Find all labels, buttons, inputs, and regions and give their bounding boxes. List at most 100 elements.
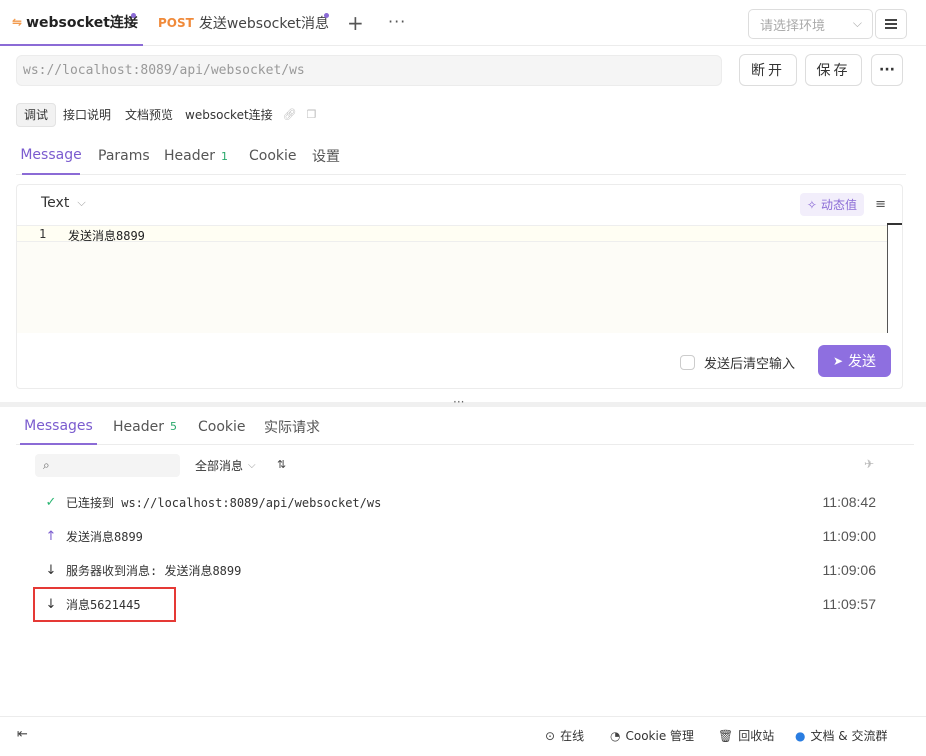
method-badge: POST [158,16,194,30]
send-icon: ➤ [832,354,844,368]
tab-header[interactable]: Header 1 [164,137,228,175]
dynamic-value-label: 动态值 [820,198,857,212]
tab-settings[interactable]: 设置 [312,137,340,175]
check-circle-icon: ⊙ [545,728,556,743]
message-filter-select[interactable]: 全部消息 ⌵ [195,457,256,474]
chevron-down-icon: ⌵ [248,460,256,471]
code-content: 发送消息8899 [68,229,145,243]
message-row[interactable]: ✓ 已连接到 ws://localhost:8089/api/websocket… [44,492,876,512]
url-value: ws://localhost:8089/api/websocket/ws [23,63,305,78]
tab-label: 设置 [312,149,340,165]
tab-label: websocket连接 [26,15,138,31]
word-wrap-icon[interactable]: ≡ [875,197,886,212]
tab-doc-preview[interactable]: 文档预览 [118,103,180,127]
tab-api-description[interactable]: 接口说明 [56,103,118,127]
dynamic-value-button[interactable]: ✧ 动态值 [799,193,864,216]
clear-messages-icon[interactable]: ✈ [864,457,874,471]
response-tabs: Messages Header 5 Cookie 实际请求 [16,408,914,445]
environment-select[interactable]: 请选择环境 ⌵ [748,9,873,39]
clear-after-send-checkbox[interactable] [680,355,695,370]
tab-cookie[interactable]: Cookie [249,137,297,175]
online-status[interactable]: ⊙ 在线 [545,727,584,744]
search-icon: ⌕ [43,458,50,472]
tab-messages[interactable]: Messages [20,408,97,445]
tab-response-header[interactable]: Header 5 [113,408,177,445]
community-icon: ● [795,728,806,743]
arrow-up-icon: ↑ [45,528,57,544]
url-input[interactable]: ws://localhost:8089/api/websocket/ws [16,55,722,86]
tab-label: 发送websocket消息 [198,16,330,32]
send-button[interactable]: ➤ 发送 [818,345,891,377]
send-label: 发送 [848,354,877,370]
clear-after-send-option[interactable]: 发送后清空输入 [680,353,795,372]
docs-community-button[interactable]: ● 文档 & 交流群 [795,727,887,744]
environment-placeholder: 请选择环境 [760,18,826,34]
editor-scrollbar[interactable] [887,225,902,333]
check-circle-icon: ✓ [45,494,57,510]
websocket-icon: ⇋ [12,15,23,29]
code-line: 1 发送消息8899 [17,225,887,243]
tab-label: Header [164,148,215,164]
view-mode-tabs: 调试 接口说明 文档预览 websocket连接 🔗︎ ❐ [16,102,317,127]
save-button[interactable]: 保存 [805,54,862,86]
cookie-icon: ◔ [610,728,621,743]
hamburger-icon [885,19,897,29]
header-count-badge: 5 [169,420,177,433]
message-time: 11:08:42 [822,494,876,510]
recycle-bin-label: 回收站 [738,729,775,743]
cookie-manager-button[interactable]: ◔ Cookie 管理 [610,727,694,744]
request-tabs: Message Params Header 1 Cookie 设置 [16,137,906,175]
plus-icon[interactable]: + [347,11,364,35]
code-editor[interactable]: 1 发送消息8899 [17,225,887,333]
docs-community-label: 文档 & 交流群 [810,729,888,743]
message-text: 消息5621445 [66,597,141,612]
message-row[interactable]: ↓ 服务器收到消息: 发送消息8899 11:09:06 [44,560,876,580]
unsaved-dot-icon [131,13,136,18]
tab-params[interactable]: Params [98,137,150,175]
message-time: 11:09:57 [822,596,876,612]
tab-label: Message [20,147,82,163]
message-editor-panel: Text ⌵ ✧ 动态值 ≡ 1 发送消息8899 发送后清空输入 ➤ 发送 [16,184,903,389]
online-label: 在线 [560,729,585,743]
format-select[interactable]: Text ⌵ [41,195,86,211]
tab-bar: ⇋ websocket连接 POST 发送websocket消息 + ··· 请… [0,0,926,46]
cookie-manager-label: Cookie 管理 [625,729,695,743]
unsaved-dot-icon [324,13,329,18]
collapse-sidebar-icon[interactable]: ⇤ [17,727,28,742]
tab-message[interactable]: Message [20,137,82,175]
highlight-box [33,587,176,622]
tab-label: 实际请求 [264,419,320,436]
chevron-down-icon: ⌵ [77,196,86,209]
message-row[interactable]: ↑ 发送消息8899 11:09:00 [44,526,876,546]
disconnect-button[interactable]: 断开 [739,54,797,86]
status-bar: ⇤ ⊙ 在线 ◔ Cookie 管理 🗑︎ 回收站 ● 文档 & 交流群 [0,716,926,756]
tab-label: Messages [24,417,93,434]
link-icon[interactable]: 🔗︎ [283,108,297,121]
line-number: 1 [39,227,47,241]
message-text: 已连接到 ws://localhost:8089/api/websocket/w… [66,495,382,510]
drag-handle-icon[interactable]: ··· [453,395,464,409]
api-title: websocket连接 [185,108,273,122]
tab-actual-request[interactable]: 实际请求 [264,408,320,445]
tab-send-websocket-message[interactable]: POST 发送websocket消息 [158,0,329,46]
message-search-input[interactable]: ⌕ [35,454,180,477]
tab-websocket-connection[interactable]: ⇋ websocket连接 [0,0,143,46]
more-icon[interactable]: ··· [388,12,406,31]
tab-response-cookie[interactable]: Cookie [198,408,246,445]
sort-icon[interactable]: ⇅ [277,458,286,471]
tab-label: Header [113,418,164,435]
magic-wand-icon: ✧ [806,197,817,212]
recycle-bin-button[interactable]: 🗑︎ 回收站 [718,727,774,744]
tab-label: Cookie [249,148,297,164]
tab-label: Cookie [198,418,246,435]
tab-debug[interactable]: 调试 [16,102,57,127]
more-button[interactable]: ··· [871,54,903,86]
message-text: 服务器收到消息: 发送消息8899 [66,563,242,578]
format-value: Text [41,195,70,211]
message-text: 发送消息8899 [66,529,143,544]
message-time: 11:09:06 [822,562,876,578]
menu-button[interactable] [875,9,907,39]
trash-icon: 🗑︎ [718,728,734,743]
copy-icon[interactable]: ❐ [307,108,317,121]
header-count-badge: 1 [220,149,228,163]
